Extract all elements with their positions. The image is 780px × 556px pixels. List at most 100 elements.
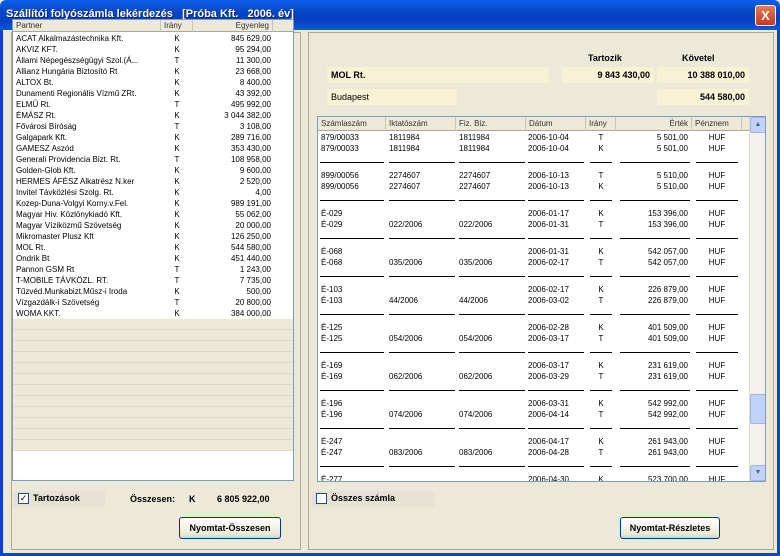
empty-row <box>13 374 293 385</box>
partner-row[interactable]: HERMES ÁFÉSZ Alkatrész N.ker K 2 520,00 <box>13 176 293 187</box>
partner-row[interactable]: Magyar Hiv. Közlönykiadó Kft. K 55 062,00 <box>13 209 293 220</box>
invoice-row[interactable]: É-247 2006-04-17 K 261 943,00 HUF <box>318 436 750 447</box>
invoice-iktatoszam: 062/2006 <box>389 372 423 381</box>
invoice-fiz-biz: 1811984 <box>459 133 490 142</box>
invoice-row[interactable]: É-068 035/2006 035/2006 2006-02-17 T 542 057,… <box>318 257 750 268</box>
scroll-down-icon[interactable]: ▼ <box>750 465 765 481</box>
print-summary-button[interactable]: Nyomtat-Összesen <box>179 517 281 539</box>
invoice-table[interactable]: Számlaszám Iktatószám Fiz. Biz. Dátum Ir… <box>317 116 766 482</box>
col-penznem[interactable]: Pénznem <box>692 117 742 131</box>
close-button[interactable]: X <box>755 5 776 26</box>
partner-egyenleg: 11 300,00 <box>236 56 271 65</box>
partner-egyenleg: 20 800,00 <box>235 298 271 307</box>
invoice-row[interactable]: É-029 2006-01-17 K 153 396,00 HUF <box>318 208 750 219</box>
partner-row[interactable]: ALTOX Bt. K 8 400,00 <box>13 77 293 88</box>
partner-egyenleg: 989 191,00 <box>230 199 271 208</box>
col-ertek[interactable]: Érték <box>616 117 692 131</box>
invoice-iktatoszam: 2274607 <box>389 182 421 191</box>
invoice-row[interactable]: É-103 44/2006 44/2006 2006-03-02 T 226 879,00… <box>318 295 750 306</box>
invoice-row[interactable]: É-169 2006-03-17 K 231 619,00 HUF <box>318 360 750 371</box>
partner-row[interactable]: Dunamenti Regionális Vízmű ZRt. K 43 392,0… <box>13 88 293 99</box>
partner-row[interactable]: Invitel Távközlési Szolg. Rt. K 4,00 <box>13 187 293 198</box>
col-egyenleg[interactable]: Egyenleg <box>193 20 273 32</box>
partner-row[interactable]: ELMŰ Rt. T 495 992,00 <box>13 99 293 110</box>
partner-row[interactable]: Galgapark Kft. K 289 716,00 <box>13 132 293 143</box>
invoice-row[interactable]: É-247 083/2006 083/2006 2006-04-28 T 261 943,… <box>318 447 750 458</box>
invoice-szamlaszam: É-068 <box>321 247 343 256</box>
separator-line <box>528 276 584 277</box>
partner-row[interactable]: ÉMÁSZ Rt. K 3 044 382,00 <box>13 110 293 121</box>
invoice-row[interactable]: É-196 2006-03-31 K 542 992,00 HUF <box>318 398 750 409</box>
tartozik-value: 9 843 430,00 <box>562 67 654 83</box>
partner-table[interactable]: Partner Irány Egyenleg ACAT Alkalmazáste… <box>12 19 294 481</box>
col-fiz-biz[interactable]: Fiz. Biz. <box>456 117 526 131</box>
empty-row <box>13 407 293 418</box>
osszes-szamla-checkbox[interactable] <box>316 493 327 504</box>
invoice-iktatoszam: 083/2006 <box>389 448 423 457</box>
invoice-row[interactable]: É-277 2006-04-30 K 523 700,00 HUF <box>318 474 750 481</box>
partner-egyenleg: 500,00 <box>246 287 271 296</box>
partner-irany: T <box>174 298 180 307</box>
invoice-row[interactable]: É-169 062/2006 062/2006 2006-03-29 T 231 619,… <box>318 371 750 382</box>
col-irany[interactable]: Irány <box>586 117 616 131</box>
invoice-row[interactable]: É-196 074/2006 074/2006 2006-04-14 T 542 992,… <box>318 409 750 420</box>
scroll-thumb[interactable] <box>750 394 765 424</box>
partner-row[interactable]: Allianz Hungária Biztosító Rt K 23 668,00 <box>13 66 293 77</box>
partner-row[interactable]: Ondrik Bt K 451 440,00 <box>13 253 293 264</box>
invoice-row[interactable]: É-103 2006-02-17 K 226 879,00 HUF <box>318 284 750 295</box>
separator-line <box>459 238 525 239</box>
separator-line <box>696 466 738 467</box>
partner-row[interactable]: AKVIZ KFT. K 95 294,00 <box>13 44 293 55</box>
invoice-row[interactable]: É-125 2006-02-28 K 401 509,00 HUF <box>318 322 750 333</box>
partner-irany: K <box>174 45 180 54</box>
invoice-scrollbar[interactable]: ▲ ▼ <box>749 117 765 481</box>
invoice-row[interactable]: É-125 054/2006 054/2006 2006-03-17 T 401 509,… <box>318 333 750 344</box>
partner-row[interactable]: Golden-Glob Kft. K 9 600,00 <box>13 165 293 176</box>
partner-row[interactable]: MOL Rt. K 544 580,00 <box>13 242 293 253</box>
invoice-row[interactable]: 879/00033 1811984 1811984 2006-10-04 K 5 501,… <box>318 143 750 154</box>
invoice-irany: K <box>598 144 604 153</box>
col-irany[interactable]: Irány <box>161 20 193 32</box>
partner-row[interactable]: Pannon GSM Rt T 1 243,00 <box>13 264 293 275</box>
invoice-penznem: HUF <box>708 296 726 305</box>
partner-irany: K <box>174 177 180 186</box>
invoice-row[interactable]: É-068 2006-01-31 K 542 057,00 HUF <box>318 246 750 257</box>
tartozasok-checkbox[interactable]: ✓ <box>18 493 29 504</box>
partner-irany: T <box>174 276 180 285</box>
partner-row[interactable]: Tűzvéd.Munkabizt.Műsz-i Iroda K 500,00 <box>13 286 293 297</box>
partner-row[interactable]: T-MOBILE TÁVKÖZL. RT. T 7 735,00 <box>13 275 293 286</box>
invoice-row[interactable]: 899/00056 2274607 2274607 2006-10-13 K 5 510,… <box>318 181 750 192</box>
invoice-row[interactable]: É-029 022/2006 022/2006 2006-01-31 T 153 396,… <box>318 219 750 230</box>
partner-row[interactable]: Fővárosi Bíróság T 3 108,00 <box>13 121 293 132</box>
invoice-irany: K <box>598 361 604 370</box>
partner-row[interactable]: Vízgazdálk-i Szövetség T 20 800,00 <box>13 297 293 308</box>
print-detail-button[interactable]: Nyomtat-Részletes <box>620 517 720 539</box>
invoice-penznem: HUF <box>708 182 726 191</box>
invoice-fiz-biz: 44/2006 <box>459 296 488 305</box>
invoice-datum: 2006-03-29 <box>528 372 569 381</box>
invoice-irany: K <box>598 399 604 408</box>
tartozasok-checkbox-area[interactable]: ✓ Tartozások <box>14 491 105 507</box>
partner-name: Mikromaster Plusz Kft <box>16 232 94 241</box>
partner-row[interactable]: ACAT Alkalmazástechnika Kft. K 845 629,00 <box>13 33 293 44</box>
group-separator <box>318 154 750 170</box>
invoice-row[interactable]: 899/00056 2274607 2274607 2006-10-13 T 5 510,… <box>318 170 750 181</box>
partner-egyenleg: 108 958,00 <box>230 155 271 164</box>
partner-row[interactable]: Mikromaster Plusz Kft K 126 250,00 <box>13 231 293 242</box>
separator-line <box>528 428 584 429</box>
partner-name: WOMA KKT. <box>16 309 61 318</box>
col-iktatoszam[interactable]: Iktatószám <box>386 117 456 131</box>
col-datum[interactable]: Dátum <box>526 117 586 131</box>
invoice-row[interactable]: 879/00033 1811984 1811984 2006-10-04 T 5 501,… <box>318 132 750 143</box>
partner-row[interactable]: Állami Népegészségügyi Szol.(Á... T 11 300… <box>13 55 293 66</box>
separator-line <box>620 276 690 277</box>
partner-row[interactable]: Generali Providencia Bizt. Rt. T 108 958,0… <box>13 154 293 165</box>
col-partner[interactable]: Partner <box>13 20 161 32</box>
osszes-szamla-checkbox-area[interactable]: Összes számla <box>312 491 434 507</box>
col-szamlaszam[interactable]: Számlaszám <box>318 117 386 131</box>
partner-row[interactable]: WOMA KKT. K 384 000,00 <box>13 308 293 319</box>
scroll-up-icon[interactable]: ▲ <box>750 117 765 133</box>
partner-row[interactable]: Kozep-Duna-Volgyi Korny.v.Fel. K 989 191,0… <box>13 198 293 209</box>
partner-row[interactable]: Magyar Víziközmű Szövetség K 20 000,00 <box>13 220 293 231</box>
partner-row[interactable]: GAMESZ Aszód K 353 430,00 <box>13 143 293 154</box>
